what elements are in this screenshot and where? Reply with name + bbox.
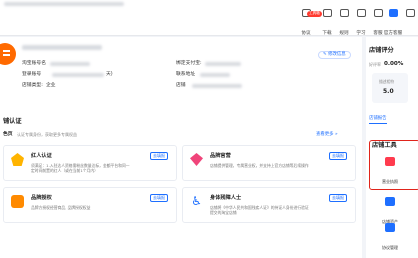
feature-card-influencer: 红人认证 须满足：1.入驻达人资格需粉丝数量达标，金额平台和同一定时间前置的红人… [3, 145, 177, 181]
headset-icon [388, 9, 398, 17]
toolbar-protocol-label: 协议 [301, 31, 311, 36]
account-value [50, 62, 90, 66]
toolbar-rules-label: 规则 [339, 31, 349, 36]
feature-desc: 店铺将《中华人民共和国残疾人证》的持证人身份进行验证提交的淘宝店铺 [210, 205, 309, 216]
feature-card-brand-official: 品牌官营 店铺提供管理，专属营业权，并支持上官方店铺等后续操作 去填报 [182, 145, 356, 181]
apply-button[interactable]: 去填报 [150, 152, 168, 160]
tab-report[interactable]: 店铺报告 [369, 116, 387, 125]
wallet-icon [385, 197, 395, 206]
feature-title: 红人认证 [31, 153, 52, 159]
toolbar-official[interactable]: 官方客服 [382, 9, 404, 38]
certify-sub-desc: 认证专属身份，获取更多专属权益 [17, 132, 77, 137]
shop-type-label: 店铺类型: [22, 83, 43, 88]
briefcase-icon [385, 157, 395, 166]
feature-title: 品牌授权 [31, 195, 52, 201]
good-rate-value: 0.00% [384, 61, 404, 67]
certify-section-title: 铺认证 [3, 118, 22, 125]
good-rate-label: 好评率 [369, 62, 381, 67]
download-icon [322, 9, 332, 17]
shop-logo [0, 43, 16, 65]
paren-text: 天) [106, 72, 113, 77]
shop-title-label: 店铺 [176, 83, 186, 88]
score-value: 5.0 [383, 88, 394, 95]
feature-card-disabled: ♿ 身体残障人士 店铺将《中华人民共和国残疾人证》的持证人身份进行验证提交的淘宝… [182, 187, 356, 223]
toolbar-protocol[interactable]: 协议 工具箱 [296, 9, 322, 38]
contact-label: 联系地址 [176, 72, 196, 77]
main-account-label: 登录账号 [22, 72, 42, 77]
tool-license[interactable]: 营业执照 [378, 157, 402, 187]
view-more-link[interactable]: 查看更多 » [316, 132, 338, 137]
tag-icon [11, 195, 24, 208]
top-toolbar: 协议 工具箱 下载 规则 学习 客服 官方客服 [0, 0, 418, 36]
shop-type-value: 企业 [46, 83, 56, 88]
tool-agreement[interactable]: 协议管理 [378, 223, 402, 253]
tools-title: 店铺工具 [372, 142, 397, 149]
shop-name [22, 45, 102, 50]
feature-title: 身体残障人士 [210, 195, 242, 201]
score-label: 描述相符 [379, 79, 395, 84]
apply-button[interactable]: 去填报 [329, 152, 347, 160]
shop-title-value [192, 84, 242, 88]
toolbar-more[interactable] [404, 9, 416, 19]
account-label: 淘宝账号名 [22, 61, 46, 66]
book-icon [339, 9, 349, 17]
feature-desc: 店铺提供管理，专属营业权，并支持上官方店铺等后续操作 [210, 163, 309, 168]
apply-button[interactable]: 去填报 [150, 194, 168, 202]
apply-button[interactable]: 去填报 [329, 194, 347, 202]
alipay-label: 绑定支付宝: [176, 61, 202, 66]
rating-title: 店铺评分 [369, 47, 394, 54]
feature-title: 品牌官营 [210, 153, 231, 159]
file-icon [385, 223, 395, 232]
cap-icon [356, 9, 366, 17]
toolbar-learn-label: 学习 [356, 31, 366, 36]
tool-label: 营业执照 [382, 179, 398, 184]
edit-info-button[interactable]: ✎ 修改信息 [318, 51, 351, 60]
wheelchair-icon: ♿ [191, 194, 202, 208]
feature-card-brand-auth: 品牌授权 品牌方授权经营商品, 品牌授权权益 去填报 [3, 187, 177, 223]
diamond-icon [190, 153, 203, 166]
contact-value [200, 73, 230, 77]
toolbar-official-label: 官方客服 [383, 31, 403, 36]
certify-sub-left: 色页 [3, 132, 13, 137]
feature-desc: 品牌方授权经营商品, 品牌授权权益 [31, 205, 91, 210]
score-box: 描述相符 5.0 [372, 73, 408, 103]
shop-info-card: 淘宝账号名 登录账号 天) 店铺类型: 企业 绑定支付宝: 联系地址 店铺 ✎ … [0, 37, 362, 258]
url-bar [4, 2, 124, 6]
main-account-value [52, 73, 104, 77]
alipay-value [205, 62, 241, 66]
grid-icon [405, 9, 415, 17]
side-panel: 店铺评分 好评率 0.00% 描述相符 5.0 店铺报告 店铺工具 营业执照 店… [366, 37, 418, 258]
toolbar-download-label: 下载 [322, 31, 332, 36]
crown-icon [11, 153, 24, 166]
tool-label: 协议管理 [382, 245, 398, 250]
feature-desc: 须满足：1.入驻达人资格需粉丝数量达标，金额平台和同一定时间前置的红人（或在当前… [31, 163, 130, 174]
